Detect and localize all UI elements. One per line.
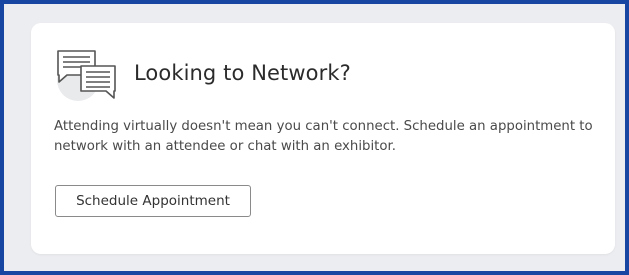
networking-card: Looking to Network? Attending virtually … [31, 23, 615, 254]
card-title: Looking to Network? [134, 61, 351, 85]
schedule-appointment-button[interactable]: Schedule Appointment [55, 185, 251, 217]
screenshot-frame: Looking to Network? Attending virtually … [0, 0, 629, 275]
chat-bubbles-icon [51, 47, 123, 101]
card-description: Attending virtually doesn't mean you can… [54, 119, 593, 154]
